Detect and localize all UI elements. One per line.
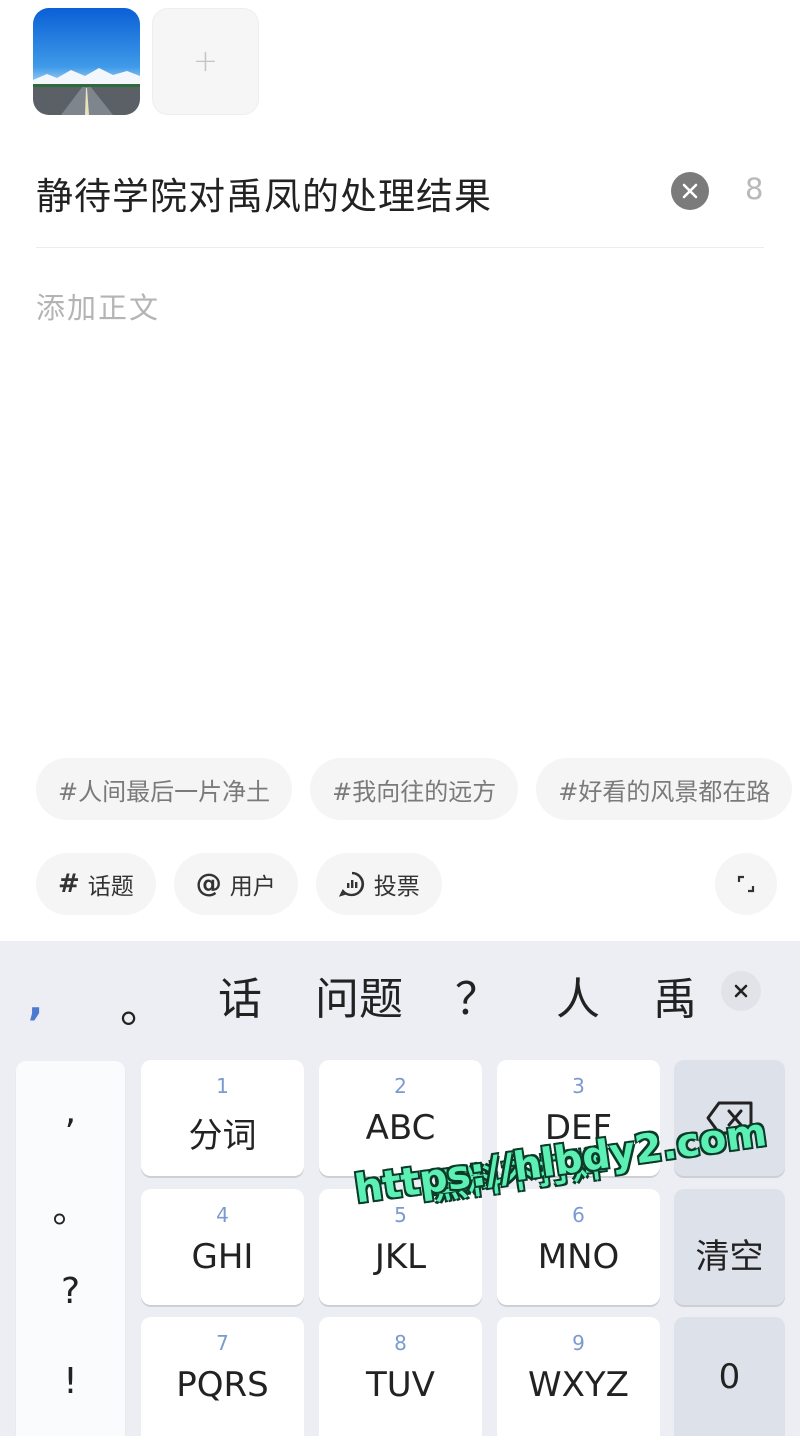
key-label: JKL [374, 1237, 427, 1277]
key-label: GHI [191, 1237, 254, 1277]
key-label: 分词 [188, 1116, 257, 1156]
key-number: 1 [216, 1074, 229, 1098]
candidate-word[interactable]: 问题 [315, 963, 403, 1027]
add-photo-button[interactable]: + [152, 8, 259, 115]
punctuation-column: , 。 ? ! [16, 1061, 125, 1436]
topic-label: 话题 [87, 874, 134, 900]
candidate-period[interactable]: 。 [120, 971, 164, 1035]
key-number: 6 [572, 1203, 585, 1227]
topic-button[interactable]: # 话题 [36, 853, 156, 915]
key-1-segment[interactable]: 1 分词 [141, 1060, 304, 1176]
key-number: 4 [216, 1203, 229, 1227]
punct-exclamation-key[interactable]: ! [16, 1361, 125, 1402]
hashtag-chip[interactable]: #人间最后一片净土 [36, 758, 293, 820]
key-9-wxyz[interactable]: 9 WXYZ [497, 1317, 660, 1436]
key-6-mno[interactable]: 6 MNO [497, 1189, 660, 1305]
at-icon: @ [195, 869, 222, 899]
punct-question-key[interactable]: ? [16, 1271, 125, 1312]
close-icon [734, 984, 748, 998]
candidate-word[interactable]: ？ [455, 963, 499, 1027]
vote-button[interactable]: 投票 [315, 853, 442, 915]
key-label: TUV [366, 1365, 435, 1405]
landscape-photo [33, 8, 140, 115]
punct-period-key[interactable]: 。 [16, 1181, 125, 1233]
key-number: 3 [572, 1074, 585, 1098]
candidate-comma[interactable]: , [28, 979, 43, 1025]
body-input[interactable]: 添加正文 [36, 285, 160, 327]
candidate-word[interactable]: 话 [218, 963, 262, 1027]
plus-icon: + [192, 44, 219, 79]
mention-user-button[interactable]: @ 用户 [173, 853, 298, 915]
title-input[interactable]: 静待学院对禹凤的处理结果 [36, 166, 492, 220]
composer-toolbar: # 话题 @ 用户 投票 [36, 853, 442, 915]
hashtag-icon: # [58, 869, 80, 899]
clear-title-button[interactable] [671, 172, 709, 210]
candidate-bar: , 。 话 问题 ？ 人 禹 [0, 941, 800, 1045]
key-label: 清空 [695, 1237, 764, 1277]
key-label: WXYZ [528, 1365, 629, 1405]
collapse-candidates-button[interactable] [721, 971, 761, 1011]
hashtag-chip[interactable]: #我向往的远方 [310, 758, 519, 820]
candidate-word[interactable]: 禹 [653, 963, 697, 1027]
key-label: PQRS [176, 1365, 269, 1405]
user-label: 用户 [229, 874, 276, 900]
key-label: ABC [365, 1108, 436, 1148]
key-label: MNO [537, 1237, 620, 1277]
hashtag-chip[interactable]: #好看的风景都在路 [536, 758, 793, 820]
candidate-word[interactable]: 人 [556, 963, 600, 1027]
expand-icon [737, 875, 755, 893]
expand-editor-button[interactable] [715, 853, 777, 915]
hashtag-suggestions: #人间最后一片净土 #我向往的远方 #好看的风景都在路 [36, 758, 793, 820]
poll-icon [338, 870, 366, 898]
key-4-ghi[interactable]: 4 GHI [141, 1189, 304, 1305]
clear-key[interactable]: 清空 [674, 1189, 785, 1305]
key-number: 2 [394, 1074, 407, 1098]
title-char-count: 8 [745, 172, 764, 206]
punct-comma-key[interactable]: , [16, 1091, 125, 1132]
key-8-tuv[interactable]: 8 TUV [319, 1317, 482, 1436]
title-divider [36, 247, 764, 248]
vote-label: 投票 [373, 874, 420, 900]
key-7-pqrs[interactable]: 7 PQRS [141, 1317, 304, 1436]
key-number: 7 [216, 1331, 229, 1355]
close-icon [682, 183, 698, 199]
key-0[interactable]: 0 [674, 1317, 785, 1436]
photo-thumbnail[interactable] [33, 8, 140, 115]
key-number: 8 [394, 1331, 407, 1355]
key-label: 0 [718, 1357, 741, 1397]
key-number: 9 [572, 1331, 585, 1355]
